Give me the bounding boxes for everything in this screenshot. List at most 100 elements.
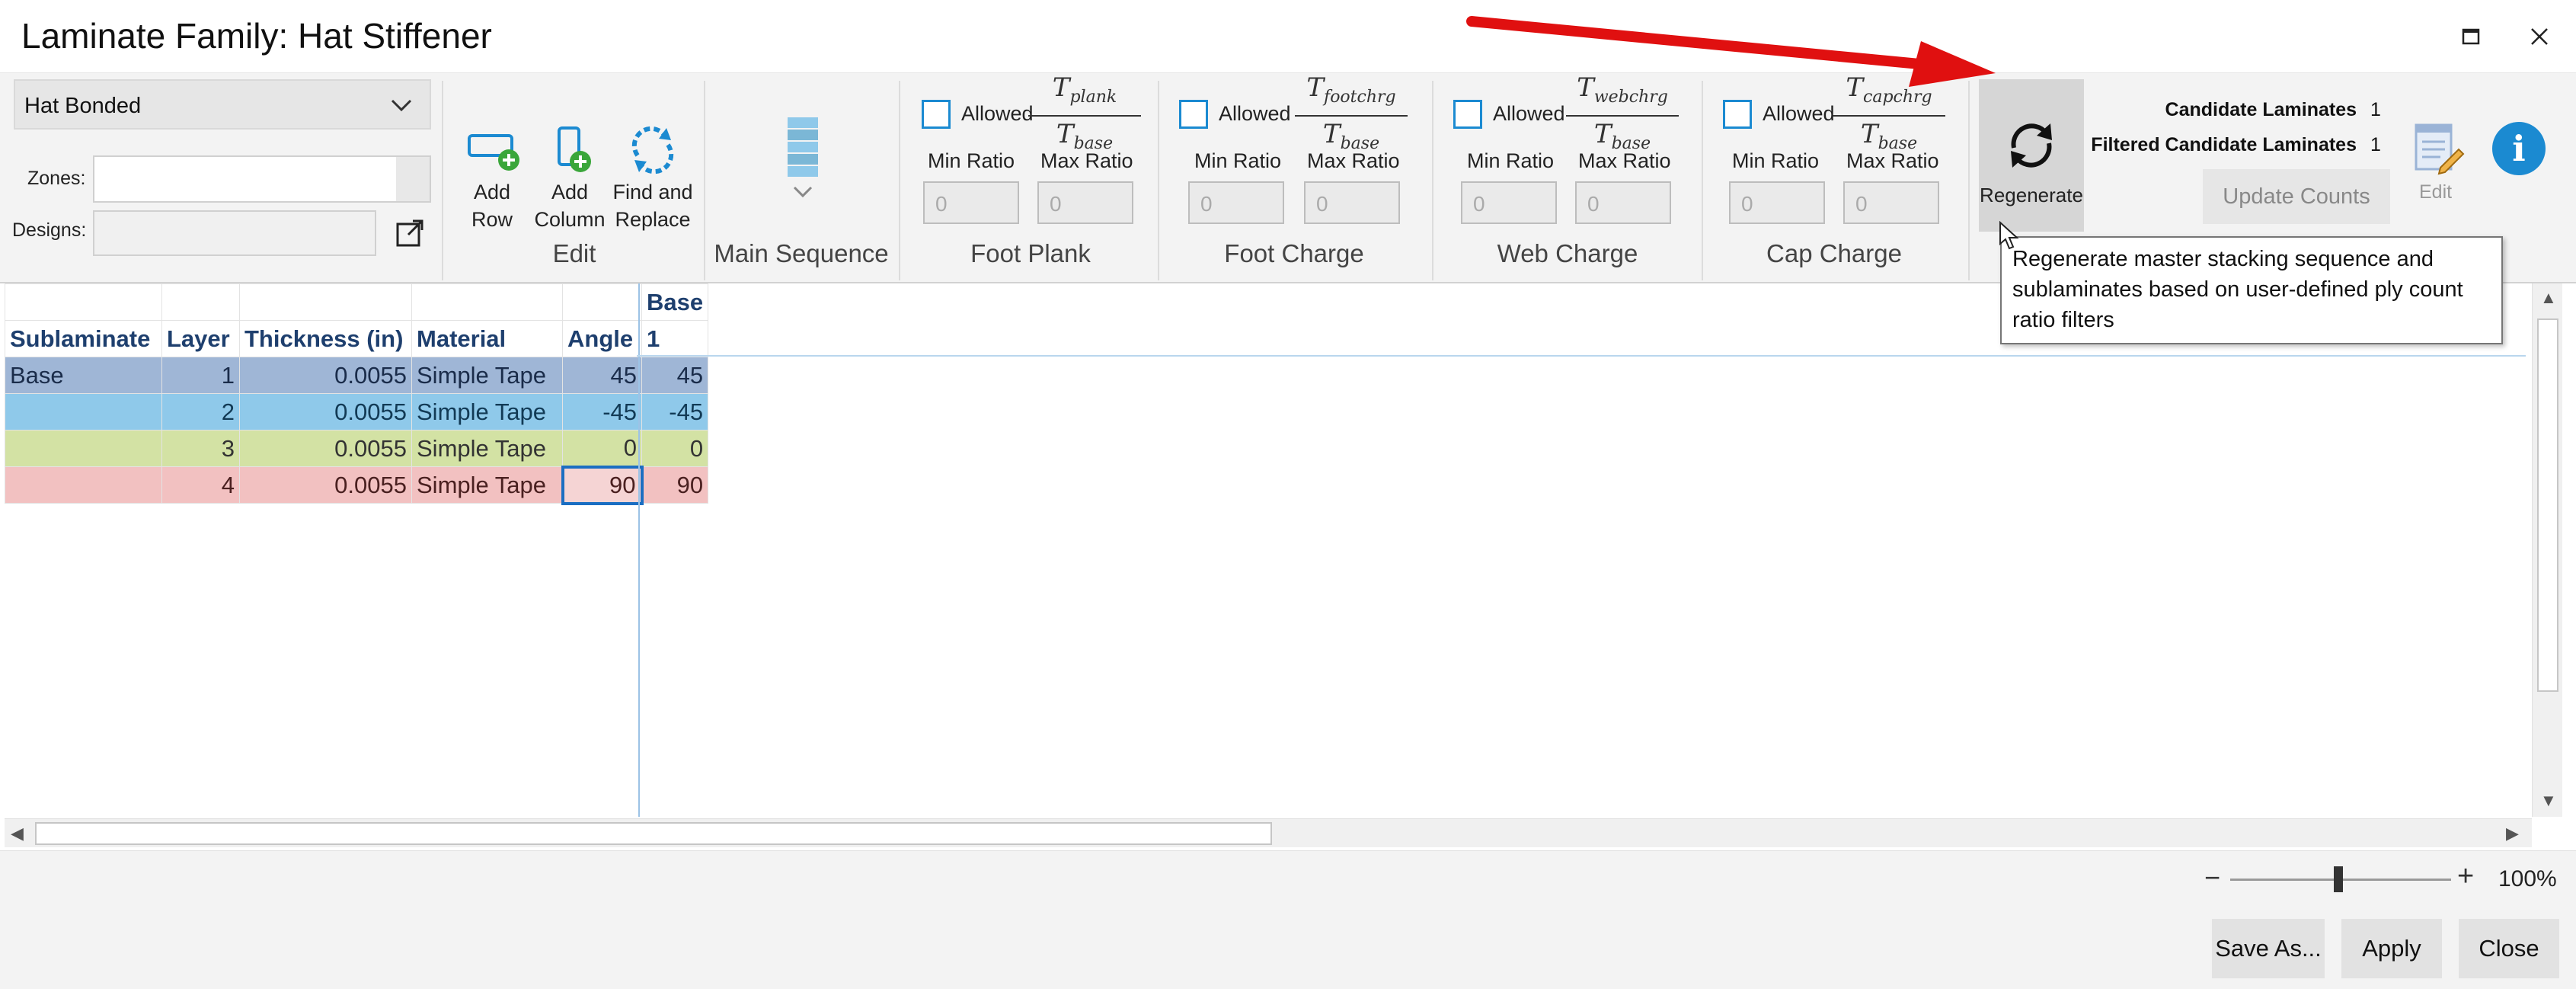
maximize-icon[interactable] <box>2450 15 2492 58</box>
foot-plank-min-ratio-input[interactable]: 0 <box>923 181 1019 224</box>
horizontal-scroll-thumb[interactable] <box>35 822 1272 845</box>
cell-layer[interactable]: 2 <box>161 393 240 430</box>
cap-charge-group-label: Cap Charge <box>1766 239 1902 267</box>
edit-notes-icon[interactable] <box>2410 120 2466 181</box>
column-header-angle[interactable]: Angle <box>562 320 642 357</box>
add-column-button[interactable]: Add Column <box>533 125 606 233</box>
apply-button[interactable]: Apply <box>2341 919 2442 978</box>
edit-group-label: Edit <box>552 239 596 267</box>
cap-charge-allowed-label: Allowed <box>1763 102 1835 125</box>
vertical-scrollbar[interactable]: ▲ ▼ <box>2532 283 2562 817</box>
column-header-base-1[interactable]: 1 <box>641 320 709 357</box>
table-row[interactable]: 4 0.0055 Simple Tape 90 90 <box>5 465 709 505</box>
cell-base-1[interactable]: -45 <box>641 393 709 430</box>
foot-plank-max-ratio-input[interactable]: 0 <box>1037 181 1133 224</box>
open-external-icon[interactable] <box>393 216 427 250</box>
cap-charge-min-ratio-input[interactable]: 0 <box>1729 181 1825 224</box>
zoom-out-button[interactable]: − <box>2204 862 2220 894</box>
cell-material[interactable]: Simple Tape <box>411 393 563 430</box>
scroll-right-icon[interactable]: ▶ <box>2506 824 2519 843</box>
foot-charge-min-ratio-input[interactable]: 0 <box>1188 181 1284 224</box>
find-replace-label: Find and Replace <box>612 181 693 231</box>
zones-field[interactable] <box>93 155 431 203</box>
web-charge-max-ratio-input[interactable]: 0 <box>1575 181 1671 224</box>
zoom-in-button[interactable]: + <box>2457 860 2474 893</box>
table-row[interactable]: 2 0.0055 Simple Tape -45 -45 <box>5 393 709 430</box>
group-separator <box>899 81 900 280</box>
zones-label: Zones: <box>27 168 86 189</box>
vertical-scroll-thumb[interactable] <box>2537 318 2558 692</box>
close-icon[interactable] <box>2518 15 2561 58</box>
base-group-header[interactable]: Base <box>641 283 709 321</box>
cell-material[interactable]: Simple Tape <box>411 466 563 504</box>
close-button[interactable]: Close <box>2459 919 2559 978</box>
web-charge-allowed-label: Allowed <box>1493 102 1565 125</box>
cell-thickness[interactable]: 0.0055 <box>239 393 412 430</box>
cell-sublaminate[interactable] <box>5 393 162 430</box>
foot-plank-ratio-formula: Tplank Tbase <box>1024 72 1146 160</box>
scroll-down-icon[interactable]: ▼ <box>2540 791 2557 811</box>
web-charge-min-ratio-label: Min Ratio <box>1467 149 1555 172</box>
cell-base-1[interactable]: 45 <box>641 357 709 394</box>
dialog-footer: Save As... Apply Close <box>0 908 2576 989</box>
scroll-up-icon[interactable]: ▲ <box>2540 288 2557 308</box>
designs-field[interactable] <box>93 210 376 256</box>
info-icon[interactable]: i <box>2492 122 2546 175</box>
title-bar: Laminate Family: Hat Stiffener <box>0 0 2576 73</box>
main-sequence-icon[interactable] <box>785 116 821 180</box>
foot-charge-allowed-checkbox[interactable] <box>1179 100 1208 129</box>
regenerate-button[interactable]: Regenerate <box>1979 79 2084 232</box>
group-separator <box>1158 81 1159 280</box>
family-type-dropdown[interactable]: Hat Bonded <box>14 79 431 130</box>
scroll-left-icon[interactable]: ◀ <box>11 824 24 843</box>
cell-angle[interactable]: -45 <box>562 393 642 430</box>
cell-material[interactable]: Simple Tape <box>411 430 563 467</box>
cell-base-1[interactable]: 0 <box>641 430 709 467</box>
cap-charge-max-ratio-input[interactable]: 0 <box>1843 181 1939 224</box>
foot-plank-allowed-label: Allowed <box>961 102 1034 125</box>
group-separator <box>1432 81 1433 280</box>
cell-angle[interactable]: 45 <box>562 357 642 394</box>
cell-sublaminate[interactable] <box>5 430 162 467</box>
cell-thickness[interactable]: 0.0055 <box>239 430 412 467</box>
foot-plank-max-ratio-label: Max Ratio <box>1040 149 1133 172</box>
foot-plank-group-label: Foot Plank <box>970 239 1091 267</box>
zoom-percent: 100% <box>2498 866 2557 891</box>
table-row[interactable]: 3 0.0055 Simple Tape 0 0 <box>5 430 709 467</box>
foot-charge-max-ratio-input[interactable]: 0 <box>1304 181 1400 224</box>
foot-plank-min-ratio-label: Min Ratio <box>928 149 1015 172</box>
foot-plank-allowed-checkbox[interactable] <box>922 100 951 129</box>
web-charge-allowed-checkbox[interactable] <box>1453 100 1482 129</box>
chevron-down-icon[interactable] <box>792 184 813 200</box>
cell-material[interactable]: Simple Tape <box>411 357 563 394</box>
update-counts-button[interactable]: Update Counts <box>2203 169 2390 224</box>
horizontal-scrollbar[interactable]: ◀ ▶ <box>5 818 2532 847</box>
find-replace-icon <box>631 126 674 174</box>
cell-base-1[interactable]: 90 <box>641 466 709 504</box>
cell-thickness[interactable]: 0.0055 <box>239 466 412 504</box>
cap-charge-min-ratio-label: Min Ratio <box>1732 149 1820 172</box>
save-as-button[interactable]: Save As... <box>2212 919 2325 978</box>
cell-sublaminate[interactable]: Base <box>5 357 162 394</box>
zoom-slider-thumb[interactable] <box>2334 866 2343 892</box>
cell-thickness[interactable]: 0.0055 <box>239 357 412 394</box>
column-header-layer[interactable]: Layer <box>161 320 240 357</box>
column-header-material[interactable]: Material <box>411 320 563 357</box>
cell-layer[interactable]: 3 <box>161 430 240 467</box>
column-header-sublaminate[interactable]: Sublaminate <box>5 320 162 357</box>
table-row[interactable]: Base 1 0.0055 Simple Tape 45 45 <box>5 357 709 394</box>
column-header-thickness[interactable]: Thickness (in) <box>239 320 412 357</box>
add-row-button[interactable]: Add Row <box>462 125 523 233</box>
cell-angle[interactable]: 0 <box>562 430 642 467</box>
find-replace-button[interactable]: Find and Replace <box>612 125 693 233</box>
cell-angle-selected[interactable]: 90 <box>561 465 644 505</box>
cell-layer[interactable]: 4 <box>161 466 240 504</box>
cell-sublaminate[interactable] <box>5 466 162 504</box>
zones-field-button[interactable] <box>396 157 430 201</box>
web-charge-min-ratio-input[interactable]: 0 <box>1461 181 1557 224</box>
cell-layer[interactable]: 1 <box>161 357 240 394</box>
regenerate-label: Regenerate <box>1980 184 2083 206</box>
refresh-icon <box>2011 123 2052 168</box>
main-sequence-label: Main Sequence <box>714 239 889 267</box>
cap-charge-allowed-checkbox[interactable] <box>1723 100 1752 129</box>
